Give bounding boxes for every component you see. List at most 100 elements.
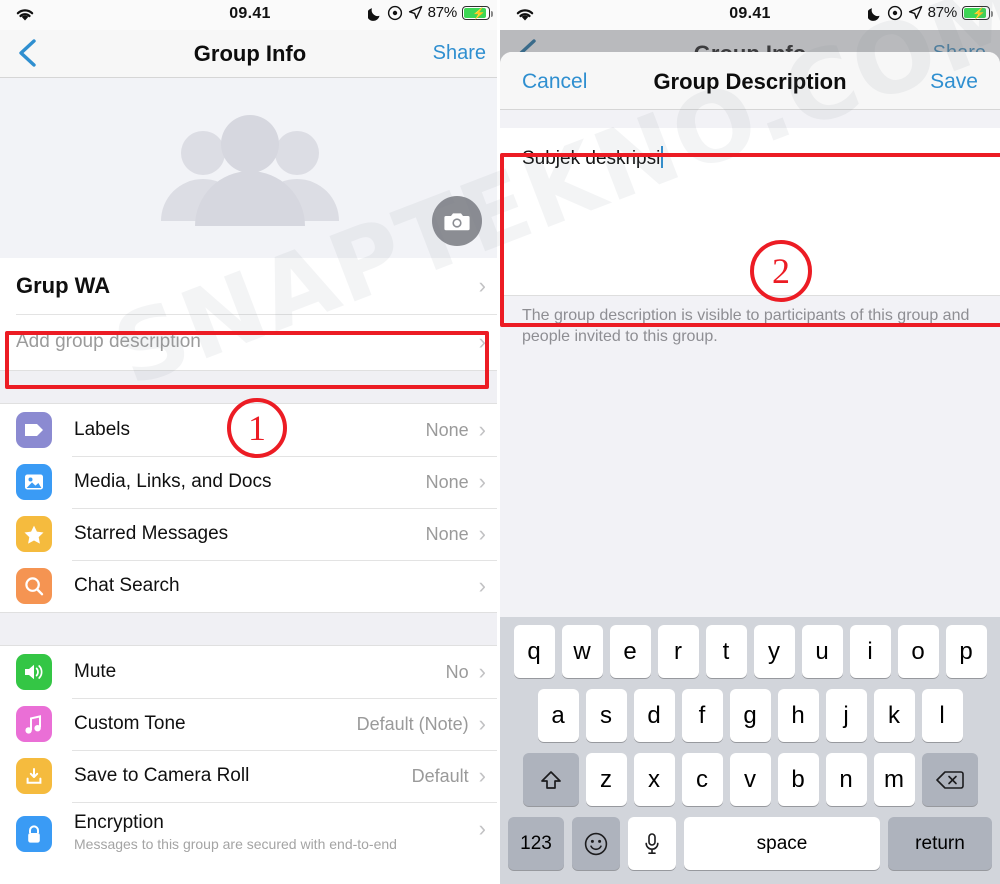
list-item-label: Chat Search [74,575,180,596]
list-item-save-to-camera-roll[interactable]: Save to Camera Roll Default › [0,750,500,802]
keyboard-row-3: z x c v b n m [500,753,1000,806]
status-bar: 09.41 87% ⚡ [500,0,1000,30]
group-avatar-header [0,78,500,258]
location-arrow-icon [408,5,422,20]
keyboard-row-2: a s d f g h j k l [500,689,1000,742]
list-item-label: Encryption [74,812,164,833]
chevron-right-icon: › [478,816,486,841]
annotation-marker-2-label: 2 [772,251,790,291]
backspace-icon[interactable] [921,753,978,806]
key-k[interactable]: k [873,689,915,742]
label-tag-icon [16,412,52,448]
list-item-label: Starred Messages [74,523,229,544]
lock-icon [16,816,52,852]
location-arrow-icon [908,5,922,20]
key-y[interactable]: y [753,625,795,678]
share-button[interactable]: Share [433,42,486,65]
screenshot-root: 09.41 87% ⚡ Group Info Share Grup WA › A… [0,0,1000,884]
list-item-label: Media, Links, and Docs [74,471,272,492]
group-description-help-text: The group description is visible to part… [522,307,970,345]
chevron-right-icon: › [478,329,486,354]
left-phone-screen: 09.41 87% ⚡ Group Info Share Grup WA › A… [0,0,500,884]
chevron-right-icon: › [478,659,486,684]
numbers-key[interactable]: 123 [508,817,564,870]
key-f[interactable]: f [681,689,723,742]
list-item-value: Default (Note) [356,713,469,734]
modal-title: Group Description [653,69,847,94]
right-phone-screen: 09.41 87% ⚡ Cancel Group Description Sav… [500,0,1000,884]
key-i[interactable]: i [849,625,891,678]
star-icon [16,516,52,552]
panel-divider [497,0,500,884]
keyboard-row-4: 123 space return [500,817,1000,870]
chevron-right-icon: › [478,763,486,788]
chevron-right-icon: › [478,273,486,298]
list-item-chat-search[interactable]: Chat Search › [0,560,500,612]
left-nav-bar: Group Info Share [0,30,500,78]
music-note-icon [16,706,52,742]
key-b[interactable]: b [777,753,819,806]
key-u[interactable]: u [801,625,843,678]
key-l[interactable]: l [921,689,963,742]
rotation-lock-icon [387,5,402,20]
photo-icon [16,464,52,500]
list-item-media-links-docs[interactable]: Media, Links, and Docs None › [0,456,500,508]
section-separator [0,612,500,646]
key-a[interactable]: a [537,689,579,742]
shift-arrow-icon[interactable] [522,753,579,806]
space-key[interactable]: space [684,817,880,870]
key-o[interactable]: o [897,625,939,678]
group-description-modal: Cancel Group Description Save Subjek des… [500,52,1000,884]
key-m[interactable]: m [873,753,915,806]
key-p[interactable]: p [945,625,987,678]
key-t[interactable]: t [705,625,747,678]
do-not-disturb-moon-icon [367,7,380,21]
return-key[interactable]: return [888,817,992,870]
camera-icon [444,213,470,231]
download-icon [16,758,52,794]
key-x[interactable]: x [633,753,675,806]
battery-charging-icon: ⚡ [962,5,993,20]
emoji-smiley-icon[interactable] [572,817,620,870]
key-z[interactable]: z [585,753,627,806]
chevron-right-icon: › [478,417,486,442]
key-r[interactable]: r [657,625,699,678]
key-d[interactable]: d [633,689,675,742]
group-people-placeholder-icon [145,108,355,228]
list-item-subtitle: Messages to this group are secured with … [74,836,397,852]
key-w[interactable]: w [561,625,603,678]
list-item-custom-tone[interactable]: Custom Tone Default (Note) › [0,698,500,750]
group-name: Grup WA [16,273,111,298]
list-item-encryption[interactable]: Encryption Messages to this group are se… [0,802,500,852]
list-item-starred-messages[interactable]: Starred Messages None › [0,508,500,560]
microphone-icon[interactable] [628,817,676,870]
page-title: Group Info [193,41,307,66]
key-e[interactable]: e [609,625,651,678]
key-c[interactable]: c [681,753,723,806]
battery-percent: 87% [927,4,958,21]
list-item-mute[interactable]: Mute No › [0,646,500,698]
key-h[interactable]: h [777,689,819,742]
key-q[interactable]: q [513,625,555,678]
list-item-label: Mute [74,661,117,682]
annotation-marker-1: 1 [227,398,287,458]
speaker-icon [16,654,52,690]
add-group-description-row[interactable]: Add group description › [0,314,500,370]
key-s[interactable]: s [585,689,627,742]
status-right-cluster: 87% ⚡ [867,4,993,21]
key-v[interactable]: v [729,753,771,806]
magnifier-icon [16,568,52,604]
chevron-right-icon: › [478,469,486,494]
chevron-right-icon: › [478,573,486,598]
key-j[interactable]: j [825,689,867,742]
group-name-row[interactable]: Grup WA › [0,258,500,314]
list-item-value: None [425,419,469,440]
save-button[interactable]: Save [930,70,978,94]
key-g[interactable]: g [729,689,771,742]
add-group-description-label: Add group description [16,331,201,352]
status-bar: 09.41 87% ⚡ [0,0,500,30]
chevron-right-icon: › [478,521,486,546]
list-item-value: None [425,523,469,544]
change-group-photo-button[interactable] [432,196,482,246]
key-n[interactable]: n [825,753,867,806]
